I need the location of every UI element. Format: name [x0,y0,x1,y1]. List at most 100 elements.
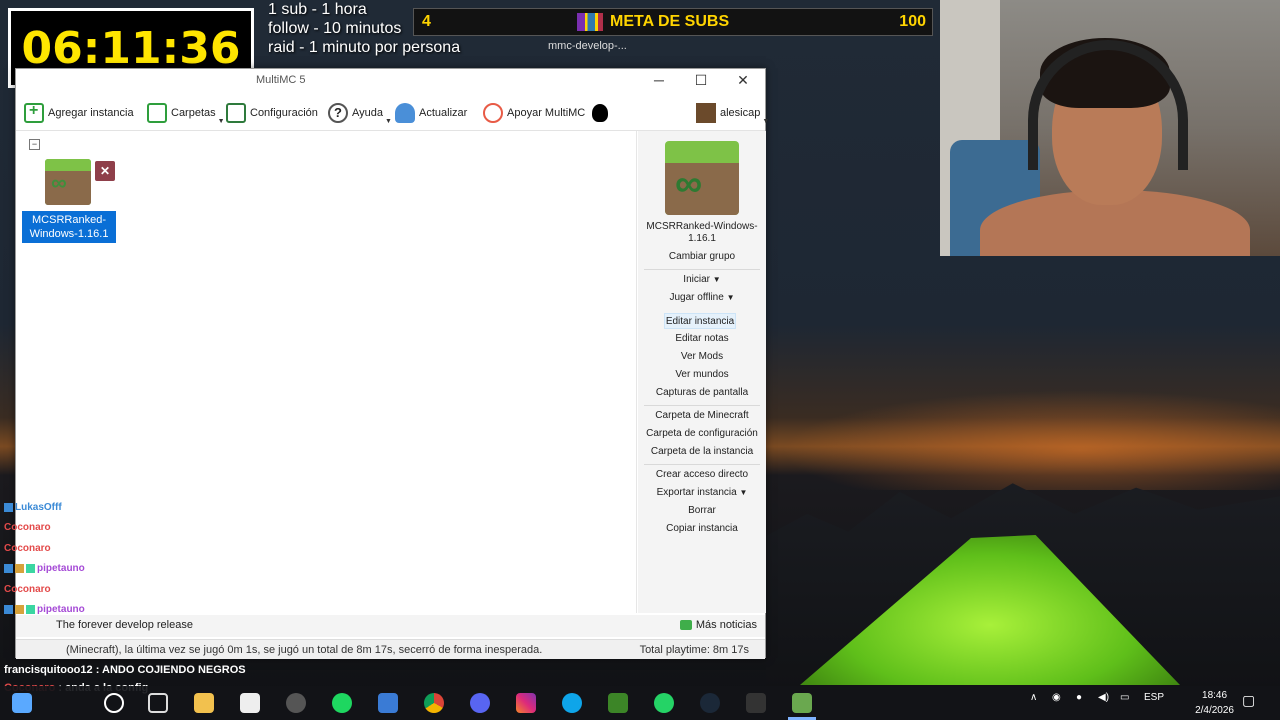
screenshots-button[interactable]: Capturas de pantalla [638,385,766,401]
multimc-icon[interactable] [792,693,812,713]
clock[interactable]: 18:46 2/4/2026 [1195,688,1234,718]
minimize-button[interactable]: ─ [638,69,680,91]
cloud-update-icon [395,103,415,123]
badge-icon [26,564,35,574]
folders-label: Carpetas [171,107,216,119]
goal-count: 4 [422,13,431,30]
add-instance-label: Agregar instancia [48,107,134,119]
account-label: alesicap [720,107,761,119]
taskbar: ∧ ◉ ● ◀) ▭ ESP 18:46 2/4/2026 ▢ [0,686,1280,720]
capcut-icon[interactable] [240,693,260,713]
update-button[interactable]: Actualizar [395,101,467,125]
cortana-icon[interactable] [104,693,124,713]
instance-name: MCSRRanked-Windows-1.16.1 [22,211,116,243]
settings-button[interactable]: Configuración [226,101,318,125]
epic-games-icon[interactable] [746,693,766,713]
minecraft-folder-button[interactable]: Carpeta de Minecraft [638,408,766,424]
instance-large-icon[interactable]: ∞ [665,141,739,215]
obs-icon[interactable] [286,693,306,713]
account-button[interactable]: alesicap ▼ [696,101,769,125]
store-icon[interactable] [378,693,398,713]
chat-user: Coconaro [4,583,51,595]
chat-message: pipetauno : animal [4,600,304,620]
whatsapp-icon[interactable] [654,693,674,713]
chat-user: LukasOfff [15,502,62,513]
patreon-icon [483,103,503,123]
support-button[interactable]: Apoyar MultiMC [483,101,585,125]
play-offline-button[interactable]: Jugar offline ▼ [638,290,766,306]
discord-icon[interactable] [470,693,490,713]
badge-icon [26,604,35,614]
badge-icon [4,564,13,574]
change-group-button[interactable]: Cambiar grupo [638,249,766,265]
chat-user: francisquitooo12 [4,664,93,676]
clock-time: 18:46 [1202,690,1228,701]
notifications-icon[interactable]: ▢ [1242,692,1255,709]
update-label: Actualizar [419,107,468,119]
side-instance-name: MCSRRanked-Windows-1.16.1 [646,221,758,244]
display-icon[interactable]: ▭ [1120,692,1129,703]
sub-goal-bar: 4 META DE SUBS 100 [413,8,933,36]
chat-message: francisquitooo12 : ANDO COJIENDO NEGROS [4,660,246,680]
network-icon[interactable]: ◉ [1052,692,1061,703]
news-headline[interactable]: The forever develop release [56,619,193,631]
sub-info: 1 sub - 1 hora follow - 10 minutos raid … [268,0,460,57]
add-instance-button[interactable]: Agregar instancia [24,101,134,125]
chrome-icon[interactable] [424,693,444,713]
volume-icon[interactable]: ◀) [1098,692,1109,703]
copy-instance-button[interactable]: Copiar instancia [638,521,766,537]
cat-button[interactable] [592,101,608,125]
language-indicator[interactable]: ESP [1144,692,1164,703]
chat-user: Coconaro [4,522,51,534]
start-icon[interactable] [12,693,32,713]
microphone-icon[interactable]: ● [1076,692,1082,703]
instance-folder-button[interactable]: Carpeta de la instancia [638,444,766,460]
tray-chevron-icon[interactable]: ∧ [1030,692,1037,703]
delete-button[interactable]: Borrar [638,503,766,519]
chat-user: Coconaro [4,542,51,554]
total-playtime: Total playtime: 8m 17s [639,644,749,656]
folders-button[interactable]: Carpetas ▼ [147,101,225,125]
chat-message: LukasOfff : que hacen? [4,498,304,518]
chat-text: : animal [87,604,123,616]
folder-icon [147,103,167,123]
avatar [696,103,716,123]
chat-user: pipetauno [37,563,85,575]
file-explorer-icon[interactable] [194,693,214,713]
divider [644,464,760,465]
support-label: Apoyar MultiMC [507,107,586,119]
edit-notes-button[interactable]: Editar notas [638,331,766,347]
launch-label: Iniciar [683,274,710,285]
more-news-button[interactable]: Más noticias [680,619,757,631]
steam-icon[interactable] [700,693,720,713]
goal-target: 100 [899,13,926,30]
dropdown-caret-icon: ▼ [726,293,735,302]
chat-message: Coconaro : porque te vaje la compu [4,580,304,600]
chat-text: : que hacen? [64,502,123,513]
task-view-icon[interactable] [148,693,168,713]
settings-label: Configuración [250,107,318,119]
view-worlds-button[interactable]: Ver mundos [638,367,766,383]
config-folder-button[interactable]: Carpeta de configuración [638,426,766,442]
edit-instance-button[interactable]: Editar instancia [664,313,736,329]
launch-button[interactable]: Iniciar ▼ [638,272,766,288]
add-icon [24,102,44,123]
spotify-icon[interactable] [332,693,352,713]
help-button[interactable]: ? Ayuda ▼ [328,101,392,125]
title-bar[interactable]: MultiMC 5 ─ ☐ ✕ [16,69,765,91]
export-instance-label: Exportar instancia [656,487,737,498]
sub-info-line: raid - 1 minuto por persona [268,39,461,56]
instagram-icon[interactable] [516,693,536,713]
view-mods-button[interactable]: Ver Mods [638,349,766,365]
badge-icon [15,604,24,614]
close-button[interactable]: ✕ [722,69,764,91]
chat-text: : pone 3072 [53,542,107,554]
export-instance-button[interactable]: Exportar instancia ▼ [638,485,766,501]
group-collapse-icon[interactable]: − [29,139,40,150]
chat-text: : naure [53,522,85,534]
chat-message: Coconaro : pone 3072 [4,539,304,559]
edge-icon[interactable] [562,693,582,713]
maximize-button[interactable]: ☐ [680,69,722,91]
minecraft-icon[interactable] [608,693,628,713]
create-shortcut-button[interactable]: Crear acceso directo [638,467,766,483]
